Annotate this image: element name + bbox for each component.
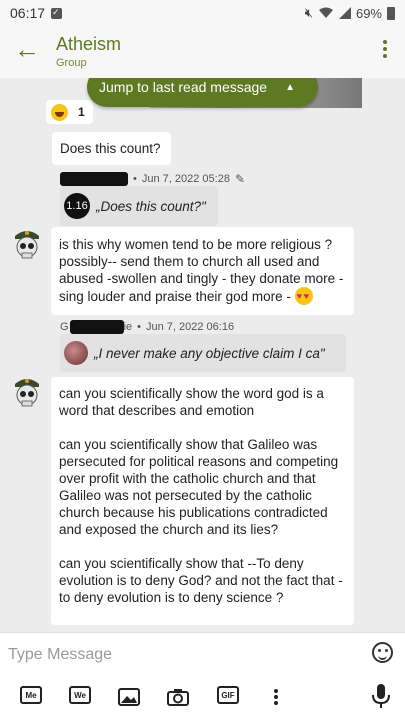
caret-up-icon: ▲ — [285, 81, 295, 93]
message-paragraph: can you scientifically show that Galileo… — [59, 437, 339, 537]
message-bubble[interactable]: can you scientifically show the word god… — [51, 377, 354, 625]
quoted-message[interactable]: 1.16 „Does this count?" — [60, 186, 218, 226]
redacted-username — [69, 320, 124, 334]
message-text: Does this count? — [60, 141, 161, 156]
status-bar: 06:17 🔇︎ 69% — [0, 0, 405, 26]
signal-icon — [338, 7, 351, 19]
jump-label: Jump to last read message — [99, 79, 268, 95]
camera-icon[interactable] — [167, 686, 189, 708]
message-date: Jun 7, 2022 05:28 — [141, 173, 230, 185]
quote-text: „Does this count?" — [96, 198, 206, 214]
status-right: 🔇︎ 69% — [305, 5, 395, 21]
smiley-icon[interactable] — [372, 642, 393, 663]
message-bubble[interactable]: Does this count? — [52, 132, 171, 165]
we-label: We — [74, 690, 86, 700]
message-date: Jun 7, 2022 06:16 — [145, 321, 235, 333]
user-avatar[interactable] — [11, 374, 43, 410]
quoted-message[interactable]: „I never make any objective claim I ca" — [60, 334, 346, 372]
jump-to-last-read-button[interactable]: Jump to last read message ▲ — [87, 78, 318, 107]
me-button[interactable]: Me — [20, 686, 42, 704]
group-title[interactable]: Atheism — [56, 34, 121, 55]
username-end: ie — [123, 321, 133, 333]
chat-area[interactable]: Jump to last read message ▲ 1 Does this … — [0, 78, 405, 632]
more-vert-icon[interactable] — [383, 40, 387, 61]
image-icon[interactable] — [118, 686, 140, 708]
reaction-count: 1 — [78, 105, 85, 119]
message-paragraph: can you scientifically show the word god… — [59, 386, 324, 418]
meta-separator: • — [137, 321, 141, 333]
we-button[interactable]: We — [69, 686, 91, 704]
username-start: G — [60, 321, 69, 333]
message-meta: • Jun 7, 2022 05:28 ✎ — [60, 172, 245, 186]
wifi-icon — [318, 7, 333, 18]
reaction-chip[interactable]: 1 — [46, 100, 93, 124]
gif-button[interactable]: GIF — [217, 686, 239, 704]
quote-text: „I never make any objective claim I ca" — [94, 345, 325, 361]
me-label: Me — [25, 690, 37, 700]
gif-label: GIF — [221, 690, 235, 700]
battery-percent: 69% — [355, 5, 382, 21]
message-composer: Me We GIF — [0, 632, 405, 720]
status-time: 06:17 — [10, 5, 46, 21]
battery-icon — [387, 6, 395, 20]
heart-eyes-emoji-icon — [294, 287, 313, 305]
more-options-icon[interactable] — [271, 686, 281, 708]
message-paragraph: can you scientifically show that --To de… — [59, 556, 343, 605]
user-avatar[interactable] — [11, 226, 43, 262]
back-arrow-icon[interactable]: ← — [14, 36, 40, 62]
notification-icon — [51, 7, 63, 19]
meta-separator: • — [133, 173, 137, 185]
app-bar: ← Atheism Group — [0, 26, 405, 78]
quote-avatar — [64, 341, 88, 365]
microphone-icon[interactable] — [370, 683, 392, 709]
quote-avatar-badge: 1.16 — [64, 193, 90, 219]
pencil-icon: ✎ — [234, 172, 245, 186]
composer-toolbar: Me We GIF — [0, 683, 405, 713]
mute-icon: 🔇︎ — [304, 5, 313, 20]
message-bubble[interactable]: is this why women tend to be more religi… — [51, 227, 354, 315]
message-meta: G ie • Jun 7, 2022 06:16 — [60, 320, 234, 334]
message-input[interactable] — [8, 643, 338, 667]
redacted-username — [60, 172, 128, 186]
group-subtitle: Group — [56, 57, 87, 69]
laughing-emoji-icon — [51, 103, 68, 121]
